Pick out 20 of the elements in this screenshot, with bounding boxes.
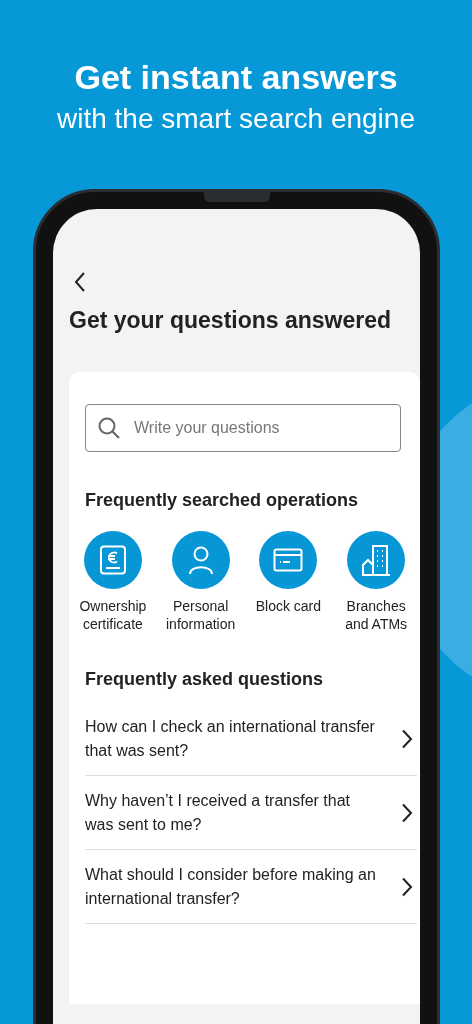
operation-label: Ownership certificate xyxy=(78,597,148,633)
search-field[interactable]: Write your questions xyxy=(85,404,401,452)
operation-shortcut[interactable]: Block card xyxy=(244,531,333,633)
operation-shortcut[interactable]: Personal information xyxy=(156,531,245,633)
screen-title: Get your questions answered xyxy=(69,307,393,334)
question-text: Why haven’t I received a transfer that was sent to me? xyxy=(85,790,351,835)
operation-label: Personal information xyxy=(165,597,237,633)
question-text: How can I check an international transfer that was sent? xyxy=(85,716,376,761)
subheadline: with the smart search engine xyxy=(56,103,416,135)
operation-shortcut[interactable]: Branches and ATMs xyxy=(332,531,420,633)
section-title: Frequently searched operations xyxy=(85,490,360,511)
operation-shortcut[interactable]: Ownership certificate xyxy=(69,531,157,633)
operation-label: Branches and ATMs xyxy=(344,597,409,633)
question-row[interactable]: Why haven’t I received a transfer that was sent to me? xyxy=(85,776,417,850)
question-row[interactable]: What should I consider before making an international transfer? xyxy=(85,850,417,924)
question-text: What should I consider before making an international transfer? xyxy=(85,864,377,909)
operation-label: Block card xyxy=(254,597,323,615)
headline: Get instant answers xyxy=(73,58,399,97)
section-title: Frequently asked questions xyxy=(85,669,325,690)
question-row[interactable]: How can I check an international transfer that was sent? xyxy=(85,702,417,776)
